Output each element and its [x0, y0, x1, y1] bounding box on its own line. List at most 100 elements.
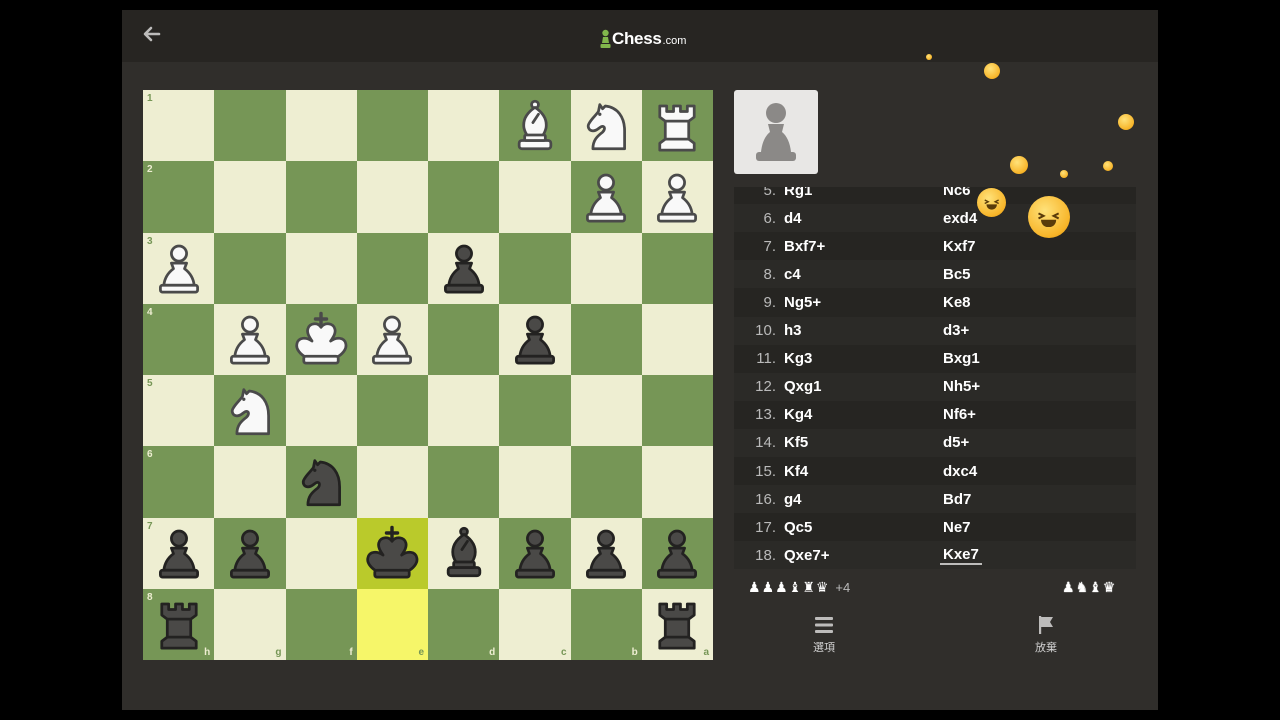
square-c2[interactable]: [499, 161, 571, 233]
square-d3[interactable]: [428, 232, 500, 304]
black-move[interactable]: Kxe7: [940, 546, 982, 565]
square-g2[interactable]: [214, 161, 286, 233]
square-g8[interactable]: g: [214, 588, 286, 660]
square-d5[interactable]: [428, 375, 500, 447]
square-e6[interactable]: [356, 446, 428, 518]
square-f6[interactable]: [285, 446, 357, 518]
black-move[interactable]: Bxg1: [943, 350, 980, 367]
square-b2[interactable]: [570, 161, 642, 233]
black-move[interactable]: Ke8: [943, 294, 971, 311]
white-move[interactable]: h3: [784, 322, 802, 339]
square-d6[interactable]: [428, 446, 500, 518]
square-h7[interactable]: 7: [143, 517, 215, 589]
square-d8[interactable]: d: [428, 588, 500, 660]
square-d1[interactable]: [428, 90, 500, 162]
white-rook-icon[interactable]: [646, 95, 708, 157]
square-c5[interactable]: [499, 375, 571, 447]
white-move[interactable]: Bxf7+: [784, 238, 825, 255]
square-g1[interactable]: [214, 90, 286, 162]
white-pawn-icon[interactable]: [575, 166, 637, 228]
square-a4[interactable]: [641, 303, 713, 375]
white-knight-icon[interactable]: [575, 95, 637, 157]
square-g6[interactable]: [214, 446, 286, 518]
square-c1[interactable]: [499, 90, 571, 162]
black-pawn-icon[interactable]: [504, 308, 566, 370]
options-button[interactable]: 選項: [784, 615, 864, 659]
white-move[interactable]: Kg3: [784, 350, 812, 367]
white-king-icon[interactable]: [290, 308, 352, 370]
square-d7[interactable]: [428, 517, 500, 589]
square-d4[interactable]: [428, 303, 500, 375]
white-pawn-icon[interactable]: [219, 308, 281, 370]
white-move[interactable]: Rg1: [784, 187, 812, 199]
black-move[interactable]: Bc5: [943, 266, 971, 283]
black-move[interactable]: Nf6+: [943, 406, 976, 423]
square-c6[interactable]: [499, 446, 571, 518]
black-move[interactable]: d3+: [943, 322, 969, 339]
square-h3[interactable]: 3: [143, 232, 215, 304]
square-c7[interactable]: [499, 517, 571, 589]
white-pawn-icon[interactable]: [646, 166, 708, 228]
white-move[interactable]: Kg4: [784, 406, 812, 423]
square-h5[interactable]: 5: [143, 375, 215, 447]
square-c4[interactable]: [499, 303, 571, 375]
white-move[interactable]: Qc5: [784, 519, 812, 536]
white-move[interactable]: g4: [784, 491, 802, 508]
black-pawn-icon[interactable]: [646, 522, 708, 584]
square-d2[interactable]: [428, 161, 500, 233]
square-b8[interactable]: b: [570, 588, 642, 660]
white-move[interactable]: Qxe7+: [784, 547, 829, 564]
square-e7[interactable]: [356, 517, 428, 589]
square-b3[interactable]: [570, 232, 642, 304]
square-b1[interactable]: [570, 90, 642, 162]
square-h6[interactable]: 6: [143, 446, 215, 518]
white-move[interactable]: d4: [784, 210, 802, 227]
square-a3[interactable]: [641, 232, 713, 304]
square-b4[interactable]: [570, 303, 642, 375]
square-e1[interactable]: [356, 90, 428, 162]
square-c3[interactable]: [499, 232, 571, 304]
move-list[interactable]: 5. Rg1 Nc6 6. d4 exd4 7. Bxf7+ Kxf7 8. c4 Bc5 9. Ng5+…: [734, 187, 1136, 569]
black-pawn-icon[interactable]: [433, 237, 495, 299]
black-move[interactable]: Nc6: [943, 187, 971, 199]
square-h8[interactable]: 8h: [143, 588, 215, 660]
square-a8[interactable]: a: [641, 588, 713, 660]
square-e4[interactable]: [356, 303, 428, 375]
black-pawn-icon[interactable]: [219, 522, 281, 584]
square-e8[interactable]: e: [356, 588, 428, 660]
square-f2[interactable]: [285, 161, 357, 233]
square-h1[interactable]: 1: [143, 90, 215, 162]
black-move[interactable]: d5+: [943, 434, 969, 451]
black-king-icon[interactable]: [361, 522, 423, 584]
back-arrow-icon[interactable]: [140, 24, 164, 48]
square-g4[interactable]: [214, 303, 286, 375]
square-b5[interactable]: [570, 375, 642, 447]
black-move[interactable]: dxc4: [943, 463, 977, 480]
square-g5[interactable]: [214, 375, 286, 447]
resign-button[interactable]: 放棄: [1006, 615, 1086, 659]
square-a7[interactable]: [641, 517, 713, 589]
white-move[interactable]: c4: [784, 266, 801, 283]
white-move[interactable]: Kf5: [784, 434, 808, 451]
white-move[interactable]: Ng5+: [784, 294, 821, 311]
square-e5[interactable]: [356, 375, 428, 447]
white-pawn-icon[interactable]: [361, 308, 423, 370]
white-bishop-icon[interactable]: [504, 95, 566, 157]
square-e3[interactable]: [356, 232, 428, 304]
black-rook-icon[interactable]: [646, 593, 708, 655]
square-f8[interactable]: f: [285, 588, 357, 660]
square-f7[interactable]: [285, 517, 357, 589]
white-pawn-icon[interactable]: [148, 237, 210, 299]
black-rook-icon[interactable]: [148, 593, 210, 655]
black-pawn-icon[interactable]: [148, 522, 210, 584]
white-move[interactable]: Qxg1: [784, 378, 822, 395]
square-f4[interactable]: [285, 303, 357, 375]
black-move[interactable]: Bd7: [943, 491, 971, 508]
black-pawn-icon[interactable]: [504, 522, 566, 584]
square-f3[interactable]: [285, 232, 357, 304]
square-a5[interactable]: [641, 375, 713, 447]
black-knight-icon[interactable]: [290, 451, 352, 513]
square-e2[interactable]: [356, 161, 428, 233]
black-move[interactable]: Ne7: [943, 519, 971, 536]
square-f1[interactable]: [285, 90, 357, 162]
